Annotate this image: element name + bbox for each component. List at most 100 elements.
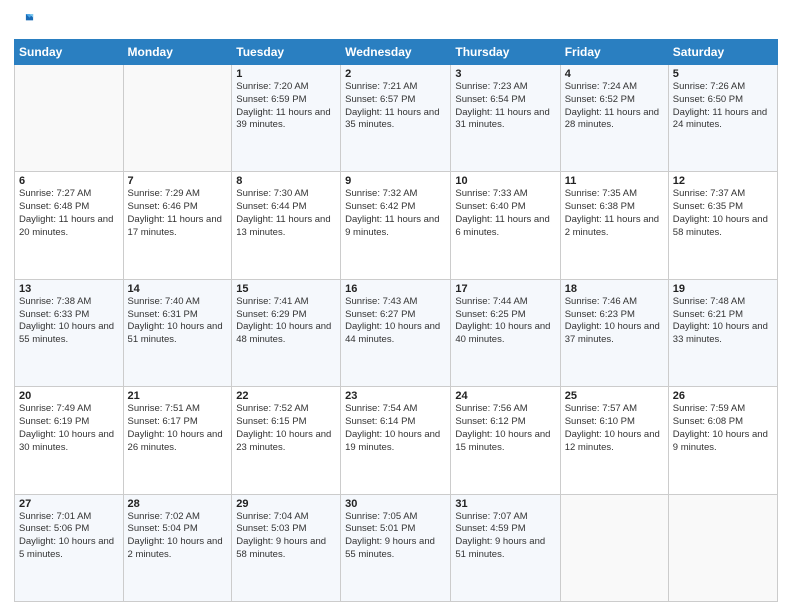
day-number: 19 bbox=[673, 283, 773, 295]
day-number: 14 bbox=[128, 283, 228, 295]
calendar-cell bbox=[668, 494, 777, 601]
calendar-cell: 20Sunrise: 7:49 AM Sunset: 6:19 PM Dayli… bbox=[15, 387, 124, 494]
logo-icon bbox=[16, 10, 34, 28]
day-number: 29 bbox=[236, 498, 336, 510]
day-info: Sunrise: 7:21 AM Sunset: 6:57 PM Dayligh… bbox=[345, 81, 446, 132]
day-info: Sunrise: 7:43 AM Sunset: 6:27 PM Dayligh… bbox=[345, 296, 446, 347]
day-number: 11 bbox=[565, 175, 664, 187]
day-info: Sunrise: 7:23 AM Sunset: 6:54 PM Dayligh… bbox=[455, 81, 555, 132]
calendar-cell: 1Sunrise: 7:20 AM Sunset: 6:59 PM Daylig… bbox=[232, 65, 341, 172]
day-number: 31 bbox=[455, 498, 555, 510]
header bbox=[14, 10, 778, 33]
day-number: 3 bbox=[455, 68, 555, 80]
calendar-cell: 19Sunrise: 7:48 AM Sunset: 6:21 PM Dayli… bbox=[668, 279, 777, 386]
header-day-thursday: Thursday bbox=[451, 40, 560, 65]
calendar-cell: 31Sunrise: 7:07 AM Sunset: 4:59 PM Dayli… bbox=[451, 494, 560, 601]
day-info: Sunrise: 7:07 AM Sunset: 4:59 PM Dayligh… bbox=[455, 511, 555, 562]
day-info: Sunrise: 7:30 AM Sunset: 6:44 PM Dayligh… bbox=[236, 188, 336, 239]
week-row-2: 13Sunrise: 7:38 AM Sunset: 6:33 PM Dayli… bbox=[15, 279, 778, 386]
calendar-cell: 16Sunrise: 7:43 AM Sunset: 6:27 PM Dayli… bbox=[341, 279, 451, 386]
day-info: Sunrise: 7:37 AM Sunset: 6:35 PM Dayligh… bbox=[673, 188, 773, 239]
header-day-sunday: Sunday bbox=[15, 40, 124, 65]
calendar-cell: 23Sunrise: 7:54 AM Sunset: 6:14 PM Dayli… bbox=[341, 387, 451, 494]
day-number: 17 bbox=[455, 283, 555, 295]
day-info: Sunrise: 7:57 AM Sunset: 6:10 PM Dayligh… bbox=[565, 403, 664, 454]
day-number: 30 bbox=[345, 498, 446, 510]
calendar-cell: 2Sunrise: 7:21 AM Sunset: 6:57 PM Daylig… bbox=[341, 65, 451, 172]
week-row-0: 1Sunrise: 7:20 AM Sunset: 6:59 PM Daylig… bbox=[15, 65, 778, 172]
day-number: 8 bbox=[236, 175, 336, 187]
calendar-cell: 11Sunrise: 7:35 AM Sunset: 6:38 PM Dayli… bbox=[560, 172, 668, 279]
day-info: Sunrise: 7:24 AM Sunset: 6:52 PM Dayligh… bbox=[565, 81, 664, 132]
day-info: Sunrise: 7:29 AM Sunset: 6:46 PM Dayligh… bbox=[128, 188, 228, 239]
calendar-cell: 6Sunrise: 7:27 AM Sunset: 6:48 PM Daylig… bbox=[15, 172, 124, 279]
day-number: 22 bbox=[236, 390, 336, 402]
calendar-cell: 18Sunrise: 7:46 AM Sunset: 6:23 PM Dayli… bbox=[560, 279, 668, 386]
day-info: Sunrise: 7:20 AM Sunset: 6:59 PM Dayligh… bbox=[236, 81, 336, 132]
day-info: Sunrise: 7:35 AM Sunset: 6:38 PM Dayligh… bbox=[565, 188, 664, 239]
day-info: Sunrise: 7:27 AM Sunset: 6:48 PM Dayligh… bbox=[19, 188, 119, 239]
day-number: 1 bbox=[236, 68, 336, 80]
header-day-monday: Monday bbox=[123, 40, 232, 65]
day-number: 24 bbox=[455, 390, 555, 402]
day-number: 15 bbox=[236, 283, 336, 295]
calendar-cell: 9Sunrise: 7:32 AM Sunset: 6:42 PM Daylig… bbox=[341, 172, 451, 279]
calendar-cell: 3Sunrise: 7:23 AM Sunset: 6:54 PM Daylig… bbox=[451, 65, 560, 172]
calendar-cell: 22Sunrise: 7:52 AM Sunset: 6:15 PM Dayli… bbox=[232, 387, 341, 494]
calendar-cell bbox=[15, 65, 124, 172]
calendar-cell: 5Sunrise: 7:26 AM Sunset: 6:50 PM Daylig… bbox=[668, 65, 777, 172]
day-info: Sunrise: 7:52 AM Sunset: 6:15 PM Dayligh… bbox=[236, 403, 336, 454]
day-number: 28 bbox=[128, 498, 228, 510]
day-number: 13 bbox=[19, 283, 119, 295]
calendar-cell: 15Sunrise: 7:41 AM Sunset: 6:29 PM Dayli… bbox=[232, 279, 341, 386]
day-info: Sunrise: 7:02 AM Sunset: 5:04 PM Dayligh… bbox=[128, 511, 228, 562]
day-number: 12 bbox=[673, 175, 773, 187]
day-number: 5 bbox=[673, 68, 773, 80]
header-day-tuesday: Tuesday bbox=[232, 40, 341, 65]
day-info: Sunrise: 7:32 AM Sunset: 6:42 PM Dayligh… bbox=[345, 188, 446, 239]
day-info: Sunrise: 7:40 AM Sunset: 6:31 PM Dayligh… bbox=[128, 296, 228, 347]
calendar-cell: 12Sunrise: 7:37 AM Sunset: 6:35 PM Dayli… bbox=[668, 172, 777, 279]
day-number: 6 bbox=[19, 175, 119, 187]
day-info: Sunrise: 7:01 AM Sunset: 5:06 PM Dayligh… bbox=[19, 511, 119, 562]
day-number: 10 bbox=[455, 175, 555, 187]
calendar-cell: 30Sunrise: 7:05 AM Sunset: 5:01 PM Dayli… bbox=[341, 494, 451, 601]
day-number: 23 bbox=[345, 390, 446, 402]
calendar-cell: 29Sunrise: 7:04 AM Sunset: 5:03 PM Dayli… bbox=[232, 494, 341, 601]
day-number: 20 bbox=[19, 390, 119, 402]
header-day-wednesday: Wednesday bbox=[341, 40, 451, 65]
calendar-header: SundayMondayTuesdayWednesdayThursdayFrid… bbox=[15, 40, 778, 65]
calendar-cell bbox=[123, 65, 232, 172]
header-row: SundayMondayTuesdayWednesdayThursdayFrid… bbox=[15, 40, 778, 65]
calendar-cell: 21Sunrise: 7:51 AM Sunset: 6:17 PM Dayli… bbox=[123, 387, 232, 494]
day-info: Sunrise: 7:41 AM Sunset: 6:29 PM Dayligh… bbox=[236, 296, 336, 347]
day-number: 27 bbox=[19, 498, 119, 510]
calendar-cell: 27Sunrise: 7:01 AM Sunset: 5:06 PM Dayli… bbox=[15, 494, 124, 601]
day-number: 16 bbox=[345, 283, 446, 295]
day-number: 18 bbox=[565, 283, 664, 295]
calendar-cell: 13Sunrise: 7:38 AM Sunset: 6:33 PM Dayli… bbox=[15, 279, 124, 386]
day-info: Sunrise: 7:54 AM Sunset: 6:14 PM Dayligh… bbox=[345, 403, 446, 454]
day-info: Sunrise: 7:59 AM Sunset: 6:08 PM Dayligh… bbox=[673, 403, 773, 454]
week-row-4: 27Sunrise: 7:01 AM Sunset: 5:06 PM Dayli… bbox=[15, 494, 778, 601]
page: SundayMondayTuesdayWednesdayThursdayFrid… bbox=[0, 0, 792, 612]
calendar-cell bbox=[560, 494, 668, 601]
day-info: Sunrise: 7:56 AM Sunset: 6:12 PM Dayligh… bbox=[455, 403, 555, 454]
calendar-cell: 10Sunrise: 7:33 AM Sunset: 6:40 PM Dayli… bbox=[451, 172, 560, 279]
week-row-3: 20Sunrise: 7:49 AM Sunset: 6:19 PM Dayli… bbox=[15, 387, 778, 494]
day-info: Sunrise: 7:33 AM Sunset: 6:40 PM Dayligh… bbox=[455, 188, 555, 239]
day-number: 26 bbox=[673, 390, 773, 402]
day-number: 4 bbox=[565, 68, 664, 80]
day-info: Sunrise: 7:48 AM Sunset: 6:21 PM Dayligh… bbox=[673, 296, 773, 347]
calendar-cell: 14Sunrise: 7:40 AM Sunset: 6:31 PM Dayli… bbox=[123, 279, 232, 386]
calendar-cell: 4Sunrise: 7:24 AM Sunset: 6:52 PM Daylig… bbox=[560, 65, 668, 172]
day-number: 21 bbox=[128, 390, 228, 402]
day-info: Sunrise: 7:46 AM Sunset: 6:23 PM Dayligh… bbox=[565, 296, 664, 347]
day-info: Sunrise: 7:38 AM Sunset: 6:33 PM Dayligh… bbox=[19, 296, 119, 347]
day-info: Sunrise: 7:26 AM Sunset: 6:50 PM Dayligh… bbox=[673, 81, 773, 132]
week-row-1: 6Sunrise: 7:27 AM Sunset: 6:48 PM Daylig… bbox=[15, 172, 778, 279]
day-number: 9 bbox=[345, 175, 446, 187]
day-info: Sunrise: 7:49 AM Sunset: 6:19 PM Dayligh… bbox=[19, 403, 119, 454]
calendar-cell: 17Sunrise: 7:44 AM Sunset: 6:25 PM Dayli… bbox=[451, 279, 560, 386]
calendar-cell: 25Sunrise: 7:57 AM Sunset: 6:10 PM Dayli… bbox=[560, 387, 668, 494]
